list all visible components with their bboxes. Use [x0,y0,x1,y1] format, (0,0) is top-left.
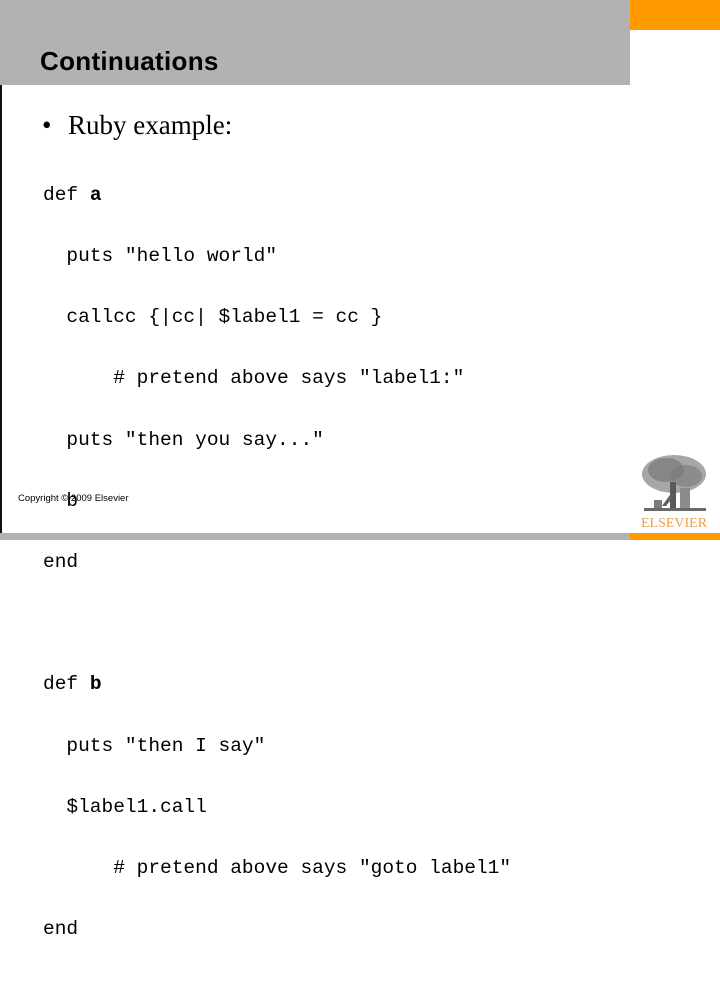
code-line: callcc {|cc| $label1 = cc } [43,306,383,329]
code-line: puts "hello world" [43,245,278,268]
code-line: # pretend above says "goto label1" [43,857,512,880]
bullet-text: Ruby example: [68,110,233,140]
code-line: puts "then you say..." [43,428,324,451]
bottom-accent-block [630,533,720,540]
code-line: # pretend above says "label1:" [43,367,465,390]
code-line: def b [43,673,102,696]
copyright-notice: Copyright © 2009 Elsevier [18,493,129,504]
bottom-bar [0,533,630,540]
top-accent-block [630,0,720,30]
elsevier-wordmark: ELSEVIER [640,516,708,531]
bullet-item: • Ruby example: [42,110,232,141]
slide-title: Continuations [40,46,219,76]
elsevier-logo: ELSEVIER [636,452,712,531]
slide: Continuations • Ruby example: def a puts … [0,0,720,940]
code-block: def a puts "hello world" callcc {|cc| $l… [43,144,511,980]
bullet-marker: • [42,110,52,140]
code-line: end [43,918,79,941]
elsevier-tree-icon [640,454,708,514]
code-line: puts "then I say" [43,734,266,757]
code-line: $label1.call [43,795,207,818]
code-line: end [43,551,79,574]
code-line: def a [43,183,102,206]
